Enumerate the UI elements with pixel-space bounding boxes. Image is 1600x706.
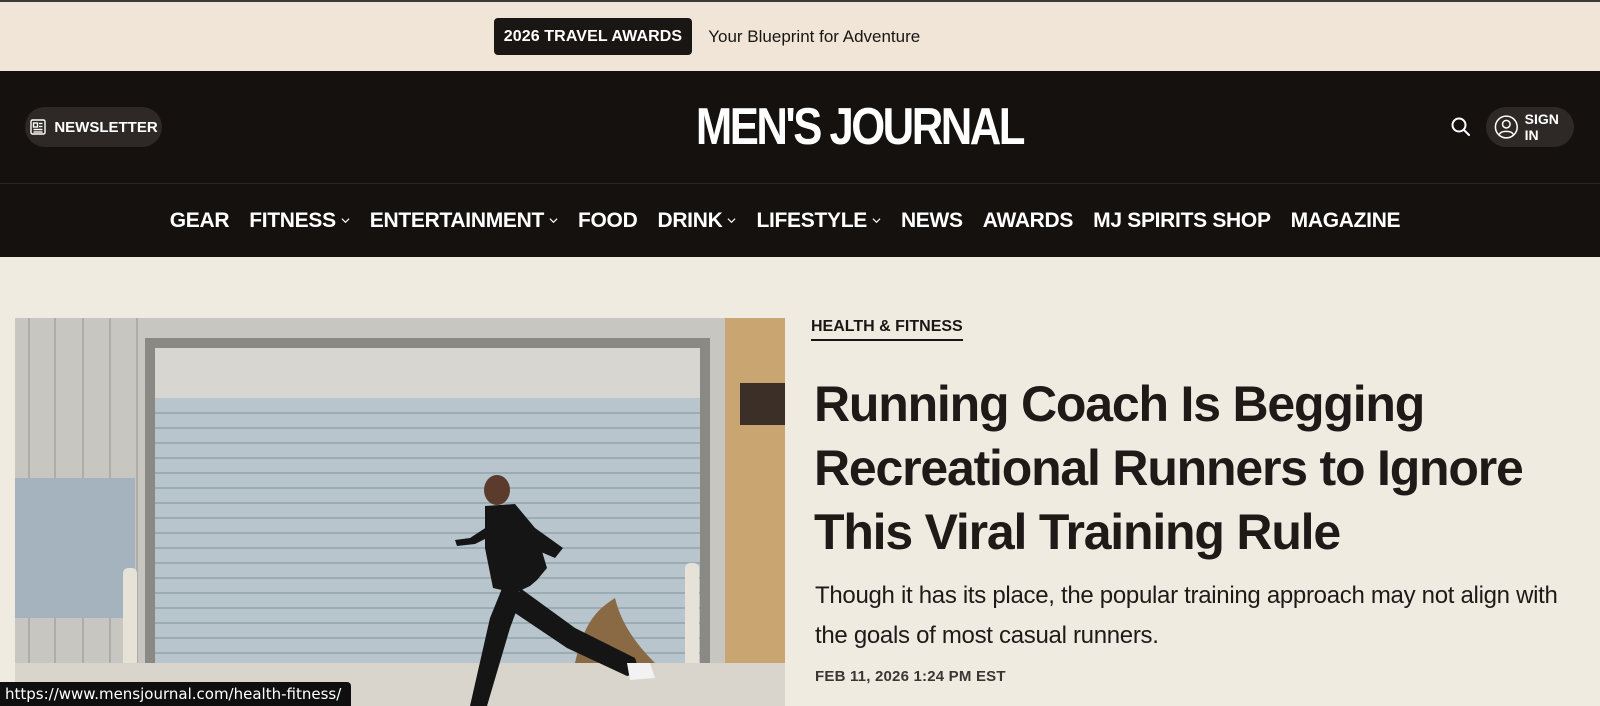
newsletter-button[interactable]: NEWSLETTER — [25, 107, 162, 147]
nav-list: GEAR FITNESS ENTERTAINMENT FOOD DRINK LIFESTY… — [160, 209, 1411, 233]
travel-awards-badge[interactable]: 2026 TRAVEL AWARDS — [493, 18, 693, 55]
sign-in-label: SIGN IN — [1524, 111, 1559, 143]
chevron-down-icon — [549, 218, 558, 224]
newsletter-label: NEWSLETTER — [54, 118, 158, 136]
hero-photo-runner — [15, 318, 785, 706]
main-nav: GEAR FITNESS ENTERTAINMENT FOOD DRINK LIFESTY… — [0, 184, 1600, 257]
sign-in-button[interactable]: SIGN IN — [1486, 107, 1574, 147]
nav-item-label: MAGAZINE — [1290, 208, 1401, 232]
nav-item-news[interactable]: NEWS — [901, 209, 963, 233]
site-logo[interactable]: MEN'S JOURNAL — [696, 99, 1026, 155]
nav-item-lifestyle[interactable]: LIFESTYLE — [756, 208, 881, 233]
site-header: NEWSLETTER MEN'S JOURNAL SIGN IN — [0, 71, 1600, 184]
nav-item-awards[interactable]: AWARDS — [982, 208, 1074, 233]
article-timestamp: FEB 11, 2026 1:24 PM EST — [815, 668, 1006, 685]
chevron-down-icon — [727, 218, 736, 224]
hero-image[interactable] — [15, 318, 785, 706]
nav-item-gear[interactable]: GEAR — [169, 208, 230, 233]
nav-item-food[interactable]: FOOD — [577, 208, 638, 233]
nav-item-magazine[interactable]: MAGAZINE — [1291, 209, 1401, 233]
status-bar-url: https://www.mensjournal.com/health-fitne… — [0, 682, 352, 706]
nav-item-entertainment[interactable]: ENTERTAINMENT — [370, 209, 558, 233]
search-icon[interactable] — [1450, 116, 1472, 138]
article-headline[interactable]: Running Coach Is Begging Recreational Ru… — [814, 372, 1584, 564]
nav-item-label: AWARDS — [982, 208, 1074, 232]
user-account-icon — [1494, 115, 1518, 139]
article-dek: Though it has its place, the popular tra… — [815, 582, 1558, 649]
nav-item-label: GEAR — [169, 208, 230, 232]
category-link[interactable]: HEALTH & FITNESS — [811, 318, 963, 341]
nav-item-label: FOOD — [577, 208, 638, 232]
promo-text[interactable]: Your Blueprint for Adventure — [708, 27, 920, 47]
nav-item-fitness[interactable]: FITNESS — [249, 209, 350, 233]
nav-item-drink[interactable]: DRINK — [657, 209, 736, 233]
nav-item-label: ENTERTAINMENT — [369, 208, 545, 232]
chevron-down-icon — [872, 218, 881, 224]
chevron-down-icon — [341, 218, 350, 224]
newspaper-icon — [30, 119, 47, 135]
nav-item-label: NEWS — [900, 208, 963, 232]
nav-item-label: FITNESS — [249, 208, 336, 232]
nav-item-label: MJ SPIRITS SHOP — [1093, 208, 1271, 232]
nav-item-label: DRINK — [657, 208, 723, 232]
nav-item-mj-spirits-shop[interactable]: MJ SPIRITS SHOP — [1093, 209, 1271, 233]
nav-item-label: LIFESTYLE — [756, 208, 867, 232]
promo-banner[interactable]: 2026 TRAVEL AWARDS Your Blueprint for Ad… — [0, 2, 1600, 71]
